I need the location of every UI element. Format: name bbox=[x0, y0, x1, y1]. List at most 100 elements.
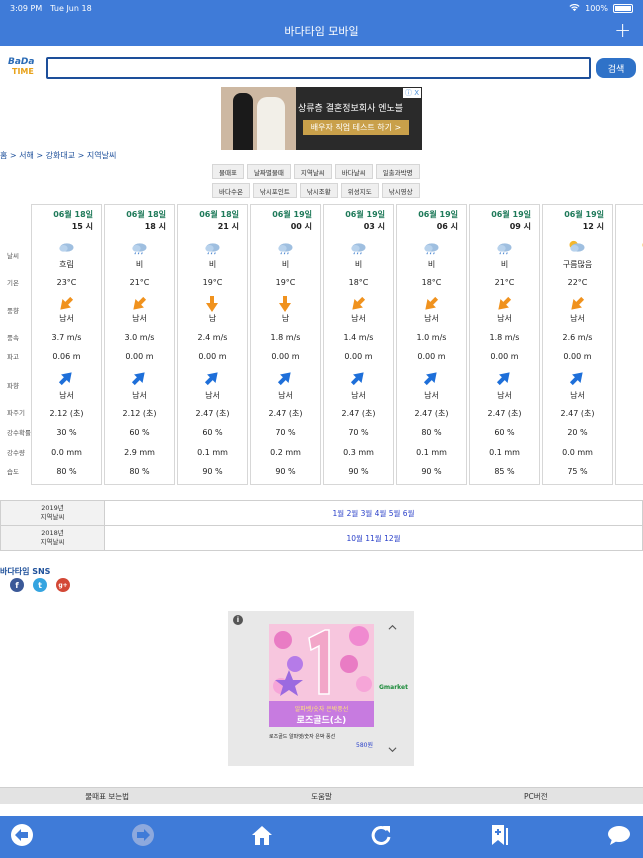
menu-tide-table[interactable]: 물때표 bbox=[212, 164, 244, 179]
menu-fishing-points[interactable]: 낚시포인트 bbox=[252, 183, 297, 198]
forecast-wind-speed: 2.6 m/s bbox=[562, 333, 593, 342]
twitter-icon[interactable]: t bbox=[33, 578, 47, 592]
footer-link-pc-version[interactable]: PC버전 bbox=[429, 791, 643, 802]
chevron-up-icon[interactable] bbox=[388, 623, 397, 632]
forecast-wave-period: 2.12 (초) bbox=[49, 409, 84, 418]
search-input[interactable] bbox=[46, 57, 591, 79]
ad-product-title: 로즈골드(소) bbox=[296, 716, 347, 726]
ad-cta-button[interactable]: 배우자 직업 테스트 하기 > bbox=[303, 120, 409, 135]
forecast-wave-height: 0.00 m bbox=[344, 352, 373, 361]
forecast-hour: 15 시 bbox=[71, 222, 93, 231]
forecast-hour: 18 시 bbox=[144, 222, 166, 231]
breadcrumb[interactable]: 홈 > 서해 > 강화대교 > 지역날씨 bbox=[0, 150, 116, 161]
google-plus-icon[interactable]: g+ bbox=[56, 578, 70, 592]
forecast-wave-direction: 남서 bbox=[205, 391, 220, 400]
logo-text-top: BaDa bbox=[8, 57, 35, 67]
rain-icon bbox=[421, 240, 441, 256]
home-icon[interactable] bbox=[249, 822, 275, 848]
forecast-wind-direction: 남서 bbox=[424, 314, 439, 323]
row-label: 풍향 bbox=[7, 307, 19, 315]
forecast-date: 06월 19일 bbox=[345, 210, 385, 219]
wave-direction-icon bbox=[202, 368, 222, 386]
ad-info-icon[interactable]: i bbox=[233, 615, 243, 625]
row-label: 강수량 bbox=[7, 449, 25, 457]
refresh-icon[interactable] bbox=[368, 822, 394, 848]
forecast-humidity: 90 % bbox=[275, 467, 296, 476]
ad-banner-top[interactable]: 상류층 결혼정보회사 엔노블 배우자 직업 테스트 하기 > ⓘ X bbox=[221, 87, 422, 150]
forecast-wave-height: 0. bbox=[616, 352, 643, 361]
row-label: 풍속 bbox=[7, 334, 19, 342]
forecast-temperature: 19°C bbox=[202, 278, 223, 287]
forecast-wave-direction: 남서 bbox=[424, 391, 439, 400]
menu-local-weather[interactable]: 지역날씨 bbox=[293, 164, 332, 179]
bookmark-add-icon[interactable] bbox=[487, 822, 513, 848]
bottom-toolbar bbox=[0, 816, 643, 858]
archive-row: 2019년 지역날씨 1월 2월 3월 4월 5월 6월 bbox=[0, 500, 643, 526]
forecast-wave-direction: 남서 bbox=[132, 391, 147, 400]
forecast-rain-probability: 20 % bbox=[567, 428, 588, 437]
facebook-icon[interactable]: f bbox=[10, 578, 24, 592]
forecast-wind-direction: 남 bbox=[208, 314, 217, 323]
forecast-wave-height: 0.00 m bbox=[490, 352, 519, 361]
menu-fishing-video[interactable]: 낚시영상 bbox=[381, 183, 420, 198]
forecast-date: 06월 18일 bbox=[199, 210, 239, 219]
forecast-column: 06월 18일 15 시 흐림 23°C 남서 3.7 m/s 0.06 m 남서 2.12 (… bbox=[31, 204, 102, 485]
forecast-rain-amount: 0.0 bbox=[616, 448, 643, 457]
forecast-sky: 비 bbox=[281, 260, 290, 269]
partly-cloudy-icon bbox=[567, 240, 587, 256]
balloons-illustration bbox=[273, 626, 372, 696]
bada-time-logo[interactable]: BaDa TIME bbox=[6, 57, 42, 79]
forecast-date: 06월 19일 bbox=[418, 210, 458, 219]
forecast-table[interactable]: 날씨 기온 풍향 풍속 파고 파향 파주기 강수확률 강수량 습도 06월 18일 15 시 흐림 23… bbox=[0, 204, 643, 486]
archive-months[interactable]: 10월 11월 12월 bbox=[104, 525, 643, 551]
archive-year: 2019년 bbox=[41, 504, 64, 512]
ad-product-image[interactable]: 알파벳/숫자 은박풍선 로즈골드(소) bbox=[269, 624, 374, 727]
add-bookmark-button[interactable]: + bbox=[614, 20, 631, 40]
status-date: Tue Jun 18 bbox=[50, 3, 92, 13]
rain-icon bbox=[202, 240, 222, 256]
forecast-wind-direction: 남서 bbox=[132, 314, 147, 323]
archive-year-cell: 2018년 지역날씨 bbox=[0, 525, 105, 551]
wind-arrow-icon bbox=[275, 294, 295, 312]
menu-sunrise-twilight[interactable]: 일출과박명 bbox=[375, 164, 420, 179]
forecast-column: 06월 18일 21 시 비 19°C 남 2.4 m/s 0.00 m 남서 2.47 (초)… bbox=[177, 204, 248, 485]
forecast-column: 06월 18일 18 시 비 21°C 남서 3.0 m/s 0.00 m 남서 2.12 (초… bbox=[104, 204, 175, 485]
forecast-sky: 구 bbox=[616, 259, 643, 270]
cloudy-icon bbox=[56, 240, 76, 256]
archive-months[interactable]: 1월 2월 3월 4월 5월 6월 bbox=[104, 500, 643, 526]
back-icon[interactable] bbox=[9, 822, 35, 848]
menu-sea-temperature[interactable]: 바다수온 bbox=[212, 183, 250, 198]
wind-arrow-icon bbox=[129, 294, 149, 310]
forecast-hour: 03 시 bbox=[363, 222, 385, 231]
forecast-wave-period: 2.47 (초) bbox=[487, 409, 522, 418]
footer-link-help[interactable]: 도움말 bbox=[214, 791, 428, 802]
archive-row: 2018년 지역날씨 10월 11월 12월 bbox=[0, 525, 643, 551]
wifi-icon bbox=[569, 4, 580, 12]
forecast-hour: 09 시 bbox=[509, 222, 531, 231]
forecast-wind-speed: 3.0 m/s bbox=[124, 333, 155, 342]
footer-link-tide-guide[interactable]: 물때표 보는법 bbox=[0, 791, 214, 802]
rain-icon bbox=[129, 240, 149, 256]
chevron-down-icon[interactable] bbox=[388, 745, 397, 754]
row-label: 파향 bbox=[7, 382, 19, 390]
forecast-humidity: 90 % bbox=[421, 467, 442, 476]
chat-icon[interactable] bbox=[606, 822, 632, 848]
forecast-temperature: 21°C bbox=[494, 278, 515, 287]
wave-direction-icon bbox=[56, 368, 76, 386]
ad-close-icon[interactable]: ⓘ X bbox=[402, 88, 421, 98]
menu-satellite-map[interactable]: 위성지도 bbox=[340, 183, 379, 198]
forward-icon[interactable] bbox=[130, 822, 156, 848]
search-button[interactable]: 검색 bbox=[596, 58, 636, 78]
menu-sea-weather[interactable]: 바다날씨 bbox=[334, 164, 373, 179]
row-label: 강수확률 bbox=[7, 429, 31, 437]
forecast-wind-direction: 남 bbox=[616, 313, 643, 324]
ad-banner-bottom[interactable]: i 알파벳/숫자 은박풍선 로즈골드(소) Gmarket 로즈골드 알파벳/숫… bbox=[228, 611, 414, 766]
rain-icon bbox=[275, 240, 295, 256]
forecast-wind-speed: 1.8 m/s bbox=[489, 333, 520, 342]
forecast-wave-height: 0.00 m bbox=[563, 352, 592, 361]
forecast-wave-direction: 남서 bbox=[351, 391, 366, 400]
logo-text-bottom: TIME bbox=[12, 67, 34, 76]
menu-tide-by-date[interactable]: 날짜별물때 bbox=[246, 164, 291, 179]
forecast-sky: 비 bbox=[135, 260, 144, 269]
menu-fishing-report[interactable]: 낚시조황 bbox=[299, 183, 338, 198]
